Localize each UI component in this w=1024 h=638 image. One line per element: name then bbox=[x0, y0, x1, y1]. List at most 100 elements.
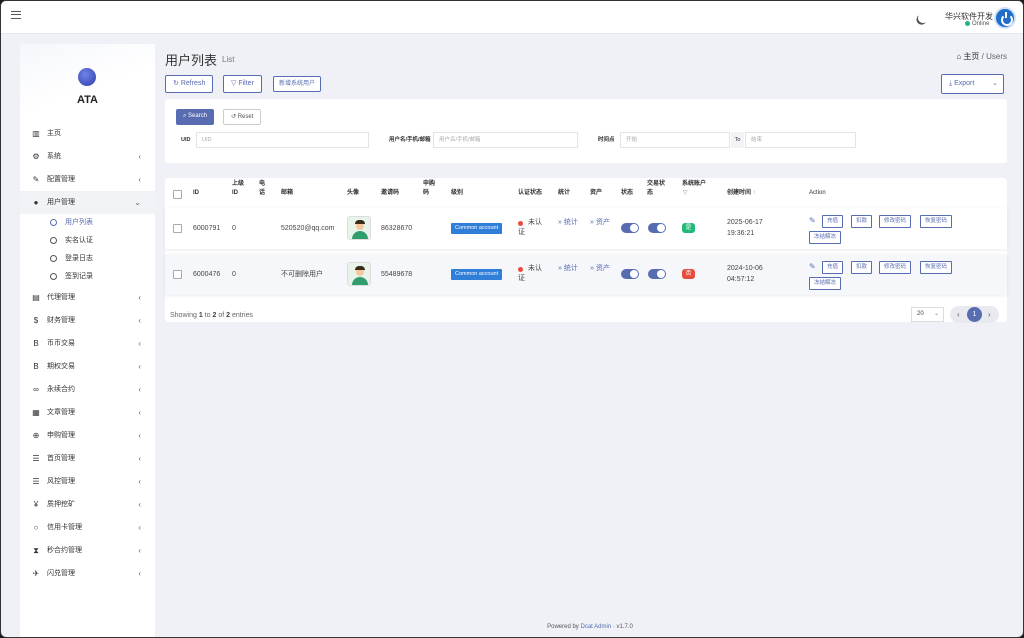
dollar-icon: $ bbox=[33, 316, 39, 325]
download-icon: ⤓ bbox=[949, 80, 953, 87]
time-from-input[interactable]: 开始 bbox=[620, 132, 730, 148]
recharge-button[interactable]: 充值 bbox=[822, 215, 844, 228]
col-status[interactable]: 状态 bbox=[621, 189, 633, 198]
chevron-left-icon: ‹ bbox=[138, 408, 141, 417]
col-auth[interactable]: 认证状态 bbox=[518, 189, 542, 198]
sidebar-item-config[interactable]: ✎ 配置管理 ‹ bbox=[20, 168, 155, 191]
time-to-input[interactable]: 结束 bbox=[745, 132, 856, 148]
menu-toggle-icon[interactable] bbox=[11, 11, 21, 19]
export-button[interactable]: ⤓ Export ⌄ bbox=[941, 74, 1004, 94]
edit-icon[interactable]: ✎ bbox=[809, 262, 816, 271]
col-subscribe[interactable]: 申购 码 bbox=[423, 180, 437, 198]
user-avatar[interactable] bbox=[994, 7, 1016, 29]
page-current[interactable]: 1 bbox=[967, 307, 982, 322]
row-checkbox[interactable] bbox=[173, 270, 182, 279]
refresh-button[interactable]: ↻ Refresh bbox=[165, 75, 214, 93]
per-page-select[interactable]: 20 ⌄ bbox=[911, 307, 944, 322]
row-checkbox[interactable] bbox=[173, 224, 182, 233]
col-id[interactable]: ID bbox=[193, 189, 199, 198]
col-assets[interactable]: 资产 bbox=[590, 189, 602, 198]
select-all-checkbox[interactable] bbox=[173, 190, 182, 199]
entries-from: 1 bbox=[198, 312, 203, 319]
sidebar-item-label: 质押挖矿 bbox=[47, 501, 75, 508]
reset-button[interactable]: ↺ Reset bbox=[223, 109, 262, 125]
sidebar-item-system[interactable]: ⚙ 系统 ‹ bbox=[20, 145, 155, 168]
freeze-toggle-button[interactable]: 冻结解冻 bbox=[809, 231, 842, 244]
sidebar-subitem-login-log[interactable]: 登录日志 bbox=[20, 250, 155, 268]
filter-icon[interactable]: ▽ bbox=[683, 189, 688, 198]
col-avatar[interactable]: 头像 bbox=[347, 189, 359, 198]
col-created[interactable]: 创建时间 ↑ bbox=[727, 189, 756, 198]
stats-link[interactable]: » 统计 bbox=[558, 264, 578, 274]
deduct-button[interactable]: 扣款 bbox=[851, 215, 873, 228]
assets-link[interactable]: » 资产 bbox=[590, 218, 610, 228]
prev-page-icon[interactable]: ‹ bbox=[957, 306, 960, 323]
uid-input[interactable]: UID bbox=[196, 132, 369, 148]
edit-icon[interactable]: ✎ bbox=[809, 216, 816, 225]
chevron-left-icon: ‹ bbox=[138, 175, 141, 184]
recharge-button[interactable]: 充值 bbox=[822, 261, 844, 274]
trade-status-toggle[interactable] bbox=[648, 269, 666, 279]
bitcoin-icon: B bbox=[33, 339, 39, 348]
sidebar-item-spot[interactable]: B 币币交易 ‹ bbox=[20, 332, 155, 355]
change-password-button[interactable]: 修改密码 bbox=[879, 261, 912, 274]
col-phone[interactable]: 电话 bbox=[259, 180, 267, 198]
sidebar-subitem-kyc[interactable]: 实名认证 bbox=[20, 232, 155, 250]
col-invite[interactable]: 邀请码 bbox=[381, 189, 399, 198]
change-password-button[interactable]: 修改密码 bbox=[879, 215, 912, 228]
sidebar-item-second-contract[interactable]: ⧗ 秒合约管理 ‹ bbox=[20, 539, 155, 562]
filter-button[interactable]: ▽ Filter bbox=[223, 75, 262, 93]
footer-link[interactable]: Dcat Admin bbox=[580, 624, 611, 630]
cell-email: 520520@qq.com bbox=[281, 225, 335, 232]
status-toggle[interactable] bbox=[621, 269, 639, 279]
col-parent-id[interactable]: 上级 ID bbox=[232, 180, 246, 198]
restore-password-button[interactable]: 恢复密码 bbox=[920, 215, 953, 228]
col-level[interactable]: 级别 bbox=[451, 189, 463, 198]
col-trade-status[interactable]: 交易状 态 bbox=[647, 180, 669, 198]
sidebar-item-label: 信用卡管理 bbox=[47, 524, 82, 531]
next-page-icon[interactable]: › bbox=[988, 306, 991, 323]
user-avatar-image[interactable] bbox=[347, 262, 371, 286]
uid-label: UID bbox=[181, 137, 191, 143]
new-system-user-button[interactable]: 新增系统用户 bbox=[273, 76, 322, 92]
sidebar-item-label: 风控管理 bbox=[47, 478, 75, 485]
deduct-button[interactable]: 扣款 bbox=[851, 261, 873, 274]
sidebar-item-finance[interactable]: $ 财务管理 ‹ bbox=[20, 309, 155, 332]
assets-link[interactable]: » 资产 bbox=[590, 264, 610, 274]
col-stats[interactable]: 统计 bbox=[558, 189, 570, 198]
breadcrumb: ⌂ 主页 / Users bbox=[956, 51, 1007, 62]
sidebar-item-credit-card[interactable]: ○ 信用卡管理 ‹ bbox=[20, 516, 155, 539]
sidebar-item-subscription[interactable]: ⊕ 申购管理 ‹ bbox=[20, 424, 155, 447]
sidebar-item-agents[interactable]: ▤ 代理管理 ‹ bbox=[20, 286, 155, 309]
sidebar-subitem-user-list[interactable]: 用户列表 bbox=[20, 214, 155, 232]
account-input[interactable]: 用户名/手机/邮箱 bbox=[433, 132, 578, 148]
dark-mode-icon[interactable] bbox=[917, 12, 930, 25]
sidebar-item-options[interactable]: B 期权交易 ‹ bbox=[20, 355, 155, 378]
sidebar-item-staking[interactable]: ¥ 质押挖矿 ‹ bbox=[20, 493, 155, 516]
search-button[interactable]: ⌕ Search bbox=[176, 109, 215, 125]
breadcrumb-home[interactable]: 主页 bbox=[963, 52, 979, 61]
restore-password-button[interactable]: 恢复密码 bbox=[920, 261, 953, 274]
sidebar-item-flash-swap[interactable]: ✈ 闪兑管理 ‹ bbox=[20, 562, 155, 585]
reset-label: Reset bbox=[237, 114, 254, 120]
sidebar-subitem-label: 实名认证 bbox=[65, 237, 93, 244]
sidebar-item-perpetual[interactable]: ∞ 永续合约 ‹ bbox=[20, 378, 155, 401]
sidebar-item-home[interactable]: ▥ 主页 bbox=[20, 122, 155, 145]
trade-status-toggle[interactable] bbox=[648, 223, 666, 233]
sort-icon[interactable]: ↑ bbox=[753, 190, 756, 196]
col-system-user[interactable]: 系统账户 bbox=[682, 180, 706, 189]
sidebar-item-risk[interactable]: ☰ 风控管理 ‹ bbox=[20, 470, 155, 493]
sidebar-item-users[interactable]: ● 用户管理 ⌄ bbox=[20, 191, 155, 214]
col-email[interactable]: 邮箱 bbox=[281, 189, 293, 198]
chevron-left-icon: ‹ bbox=[138, 339, 141, 348]
sidebar-subitem-checkin[interactable]: 签到记录 bbox=[20, 268, 155, 286]
status-toggle[interactable] bbox=[621, 223, 639, 233]
sidebar-item-homepage[interactable]: ☰ 首页管理 ‹ bbox=[20, 447, 155, 470]
avatar-hair bbox=[355, 220, 365, 224]
stats-link[interactable]: » 统计 bbox=[558, 218, 578, 228]
sidebar-item-articles[interactable]: ▦ 文章管理 ‹ bbox=[20, 401, 155, 424]
freeze-toggle-button[interactable]: 冻结解冻 bbox=[809, 277, 842, 290]
user-avatar-image[interactable] bbox=[347, 216, 371, 240]
chevron-left-icon: ‹ bbox=[138, 523, 141, 532]
wrench-icon: ✎ bbox=[32, 175, 40, 184]
